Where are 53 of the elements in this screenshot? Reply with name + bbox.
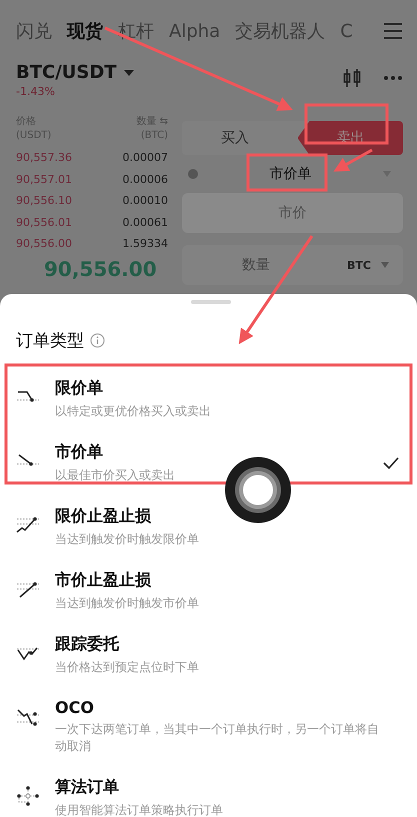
order-type-option[interactable]: 限价单 以特定或更优价格买入或卖出 <box>16 370 405 434</box>
algo-order-icon <box>16 785 40 807</box>
option-title: 市价单 <box>55 442 104 463</box>
annotation-arrow <box>333 148 373 172</box>
ask-price: 90,557.01 <box>16 172 72 186</box>
ask-price: 90,557.36 <box>16 151 72 164</box>
ask-amount: 0.00007 <box>122 151 168 164</box>
option-title: 算法订单 <box>55 777 120 798</box>
order-type-option[interactable]: 算法订单 使用智能算法订单策略执行订单 <box>16 769 405 817</box>
tab[interactable]: 闪兑 <box>16 19 52 43</box>
tab[interactable]: 现货 <box>67 19 103 43</box>
side-tab[interactable]: 买入 <box>182 121 288 155</box>
option-title: OCO <box>55 698 95 717</box>
order-type-option[interactable]: 限价止盈止损 当达到触发价时触发限价单 <box>16 498 405 562</box>
last-price: 90,556.00 <box>43 256 158 280</box>
option-title: 市价止盈止损 <box>55 570 152 591</box>
candlestick-icon[interactable] <box>343 68 361 88</box>
ask-amount: 0.00061 <box>122 216 168 229</box>
option-title: 跟踪委托 <box>55 634 120 655</box>
order-type-option[interactable]: OCO 一次下达两笔订单，当其中一个订单执行时，另一个订单将自动取消 <box>16 690 405 769</box>
option-description: 使用智能算法订单策略执行订单 <box>55 802 224 817</box>
order-type-option[interactable]: 市价单 以最佳市价买入或卖出 <box>16 434 405 498</box>
sheet-handle[interactable] <box>190 300 230 304</box>
tab[interactable]: 交易机器人 <box>235 19 326 43</box>
amount-field[interactable]: 数量 BTC <box>182 245 403 285</box>
ask-price: 90,556.01 <box>16 216 72 229</box>
order-type-option[interactable]: 跟踪委托 当价格达到预定点位时下单 <box>16 626 405 690</box>
check-icon <box>383 457 399 469</box>
price-change: -1.43% <box>16 85 56 98</box>
menu-icon[interactable] <box>383 22 403 40</box>
sheet-title: 订单类型 <box>16 330 84 352</box>
caret-icon[interactable] <box>381 262 389 268</box>
floating-button[interactable] <box>225 457 291 523</box>
caret-icon[interactable] <box>122 68 135 78</box>
option-description: 以特定或更优价格买入或卖出 <box>55 403 212 420</box>
tab[interactable]: Alpha <box>169 20 220 42</box>
ask-amount: 0.00010 <box>122 194 168 208</box>
ask-price: 90,556.10 <box>16 194 72 208</box>
more-icon[interactable] <box>383 75 403 81</box>
ask-price: 90,556.00 <box>16 237 72 250</box>
option-title: 限价止盈止损 <box>55 506 152 527</box>
option-description: 当达到触发价时触发限价单 <box>55 531 200 548</box>
option-title: 限价单 <box>55 378 104 399</box>
ask-amount: 0.00006 <box>122 172 168 186</box>
pair-selector[interactable]: BTC/USDT <box>16 62 135 83</box>
tab[interactable]: C <box>340 20 353 42</box>
option-description: 一次下达两笔订单，当其中一个订单执行时，另一个订单将自动取消 <box>55 721 380 755</box>
order-type-option[interactable]: 市价止盈止损 当达到触发价时触发市价单 <box>16 562 405 626</box>
option-description: 当价格达到预定点位时下单 <box>55 659 200 676</box>
option-description: 以最佳市价买入或卖出 <box>55 467 176 484</box>
option-description: 当达到触发价时触发市价单 <box>55 595 200 612</box>
info-icon[interactable] <box>90 332 105 348</box>
ask-amount: 1.59334 <box>122 237 168 250</box>
